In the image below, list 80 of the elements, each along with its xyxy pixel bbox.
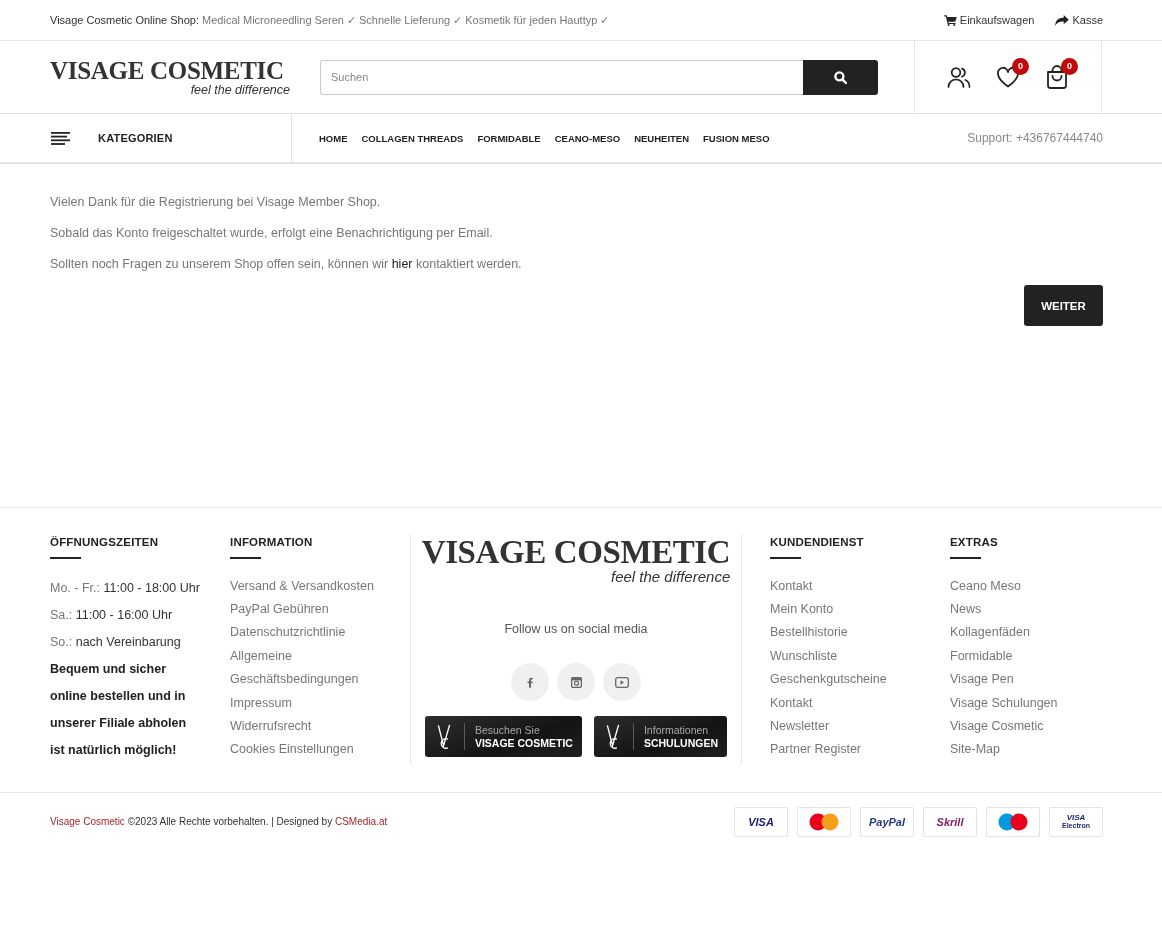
search-field[interactable]: Suchen: [320, 59, 803, 95]
nav-link[interactable]: HOME: [319, 132, 348, 144]
footer-link[interactable]: Site-Map: [950, 738, 1001, 762]
count-badge: 0: [1012, 58, 1029, 75]
cart-link[interactable]: Einkaufswagen: [943, 14, 1035, 26]
column-heading: ÖFFNUNGSZEITEN: [50, 535, 160, 550]
footer-link[interactable]: Visage Schulungen: [950, 691, 1058, 715]
column-heading: KUNDENDIENST: [770, 535, 865, 550]
footer-link[interactable]: Newsletter: [770, 714, 830, 739]
message-text: Sollten noch Fragen zu unserem Shop offen sein, können wir hier kontaktiert werden.: [50, 256, 523, 273]
social-caption: Follow us on social media: [504, 621, 648, 638]
search-icon: [834, 70, 847, 84]
footer-link[interactable]: Cookies Einstellungen: [230, 738, 354, 762]
account-icon[interactable]: [947, 66, 971, 88]
social-button[interactable]: [603, 663, 641, 701]
checkout-link[interactable]: Kasse: [1055, 14, 1103, 26]
footer-link[interactable]: Formidable: [950, 644, 1013, 669]
shopping-bag-icon[interactable]: [1046, 65, 1068, 89]
footer-link[interactable]: Visage Cosmetic: [950, 714, 1044, 739]
footer-link[interactable]: Bestellhistorie: [770, 621, 848, 645]
footer-link[interactable]: Partner Register: [770, 738, 861, 762]
banner-button[interactable]: Besuchen Sie VISAGE COSMETIC: [424, 716, 582, 757]
footer-link[interactable]: Kontakt: [770, 691, 813, 715]
footer-link[interactable]: PayPal Gebühren: [230, 597, 329, 622]
footer-link[interactable]: Widerrufsrecht: [230, 714, 312, 739]
menu-icon[interactable]: [51, 131, 70, 145]
company-link[interactable]: Visage Cosmetic: [50, 816, 125, 827]
logo-wordmark: VISAGE COSMETIC: [50, 59, 284, 83]
play-button-icon: [615, 676, 629, 688]
footer-link[interactable]: Visage Pen: [950, 668, 1014, 692]
overlapping-circles-icon: [998, 812, 1028, 831]
nav-link[interactable]: FUSION MESO: [703, 132, 770, 144]
categories-label[interactable]: KATEGORIEN: [98, 132, 173, 144]
message-text: Sobald das Konto freigeschaltet wurde, erfolgt eine Benachrichtigung per Email.: [50, 225, 494, 242]
footer-link[interactable]: Allgemeine Geschäftsbedingungen: [230, 644, 390, 692]
nav-link[interactable]: CEANO-MESO: [554, 132, 621, 144]
nav-link[interactable]: COLLAGEN THREADS: [361, 132, 464, 144]
count-badge: 0: [1061, 58, 1078, 75]
logo-wordmark: VISAGE COSMETIC: [421, 536, 731, 568]
footer-link[interactable]: Ceano Meso: [950, 574, 1021, 598]
footer-link[interactable]: Geschenkgutscheine: [770, 668, 887, 692]
overlapping-circles-icon: [809, 812, 839, 831]
footer-link[interactable]: Versand & Versandkosten: [230, 574, 374, 598]
copyright-text: Visage Cosmetic ©2023 Alle Rechte vorbehalten. | Designed by CSMedia.at: [50, 816, 388, 827]
opening-hours-text: Sa.: 11:00 - 16:00 Uhr: [50, 606, 174, 624]
footer-link[interactable]: News: [950, 597, 982, 622]
continue-button[interactable]: WEITER: [1024, 285, 1103, 326]
payment-wordmark: VISA: [748, 815, 774, 828]
footer-link[interactable]: Kontakt: [770, 574, 813, 598]
search-button[interactable]: [803, 59, 878, 95]
message-text: Vielen Dank für die Registrierung bei Visage Member Shop.: [50, 194, 382, 211]
social-button[interactable]: [557, 663, 595, 701]
monogram-icon: [436, 723, 451, 750]
logo-slogan: feel the difference: [190, 83, 290, 97]
footer-link[interactable]: Impressum: [230, 691, 292, 715]
column-heading: INFORMATION: [230, 535, 314, 550]
cart-icon: [943, 14, 957, 26]
nav-link[interactable]: FORMIDABLE: [477, 132, 541, 144]
footer-link[interactable]: Wunschliste: [770, 644, 838, 669]
designer-link[interactable]: CSMedia.at: [334, 816, 388, 827]
logo-slogan: feel the difference: [611, 568, 731, 586]
camera-icon: [570, 676, 582, 688]
footer-link[interactable]: Mein Konto: [770, 597, 834, 622]
footer-link[interactable]: Datenschutzrichtlinie: [230, 621, 346, 645]
facebook-icon: [527, 676, 533, 688]
share-arrow-icon: [1055, 14, 1070, 26]
heart-icon[interactable]: [996, 66, 1020, 88]
payment-wordmark: PayPal: [868, 815, 906, 828]
opening-hours-text: So.: nach Vereinbarung: [50, 633, 182, 651]
footer-link[interactable]: Kollagenfäden: [950, 621, 1030, 645]
payment-wordmark: Skrill: [936, 815, 964, 828]
store-pickup-note: Bequem und sicher online bestellen und in unserer Filiale abholen ist natürlich möglich!: [50, 660, 188, 759]
top-bar-tagline: Visage Cosmetic Online Shop: Medical Microneedling Seren ✓ Schnelle Lieferung ✓ Kosmetik für jeden Hauttyp ✓: [50, 13, 610, 27]
banner-button[interactable]: Informationen SCHULUNGEN: [593, 716, 728, 757]
opening-hours-text: Mo. - Fr.: 11:00 - 18:00 Uhr: [50, 579, 201, 597]
nav-link[interactable]: NEUHEITEN: [634, 132, 690, 144]
support-phone: Support: +436767444740: [967, 131, 1103, 145]
column-heading: EXTRAS: [950, 535, 999, 550]
monogram-icon: [605, 723, 620, 750]
contact-link[interactable]: hier: [391, 257, 413, 271]
